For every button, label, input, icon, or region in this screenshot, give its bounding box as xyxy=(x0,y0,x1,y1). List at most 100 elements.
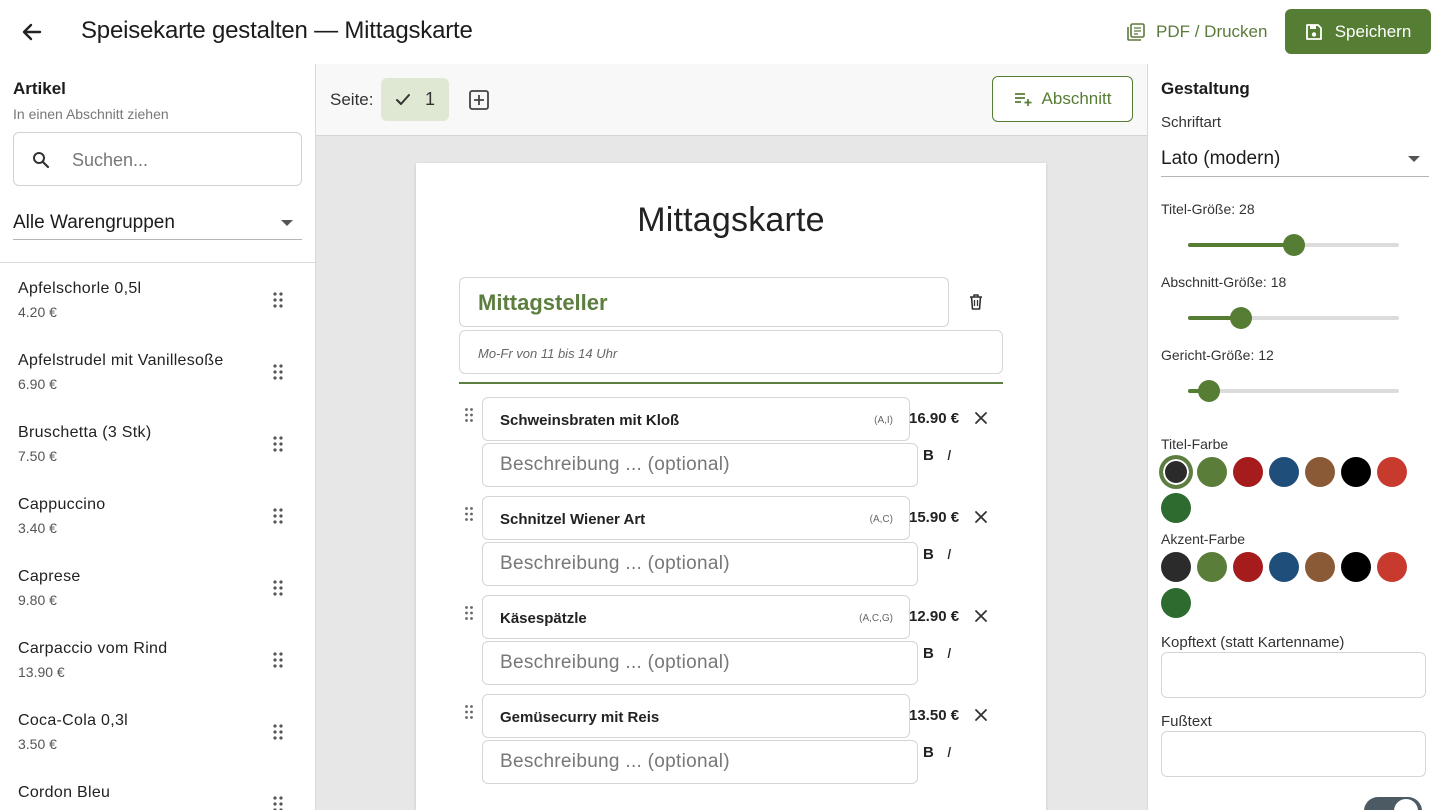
title-size-slider[interactable] xyxy=(1188,234,1399,256)
dish-name: Käsespätzle xyxy=(500,610,587,627)
title-color-swatch[interactable] xyxy=(1305,457,1335,487)
option-toggle[interactable] xyxy=(1364,797,1422,810)
section-subtitle: Mo-Fr von 11 bis 14 Uhr xyxy=(478,346,618,361)
accent-color-swatch[interactable] xyxy=(1341,552,1371,582)
save-button[interactable]: Speichern xyxy=(1285,9,1431,54)
drag-handle-icon[interactable] xyxy=(463,605,475,621)
italic-button[interactable]: I xyxy=(947,645,951,662)
dish-allergens: (A,I) xyxy=(874,415,893,426)
title-color-swatch[interactable] xyxy=(1197,457,1227,487)
search-input[interactable] xyxy=(72,147,292,173)
title-color-swatch[interactable] xyxy=(1377,457,1407,487)
bold-button[interactable]: B xyxy=(923,447,934,464)
dish-description-input[interactable] xyxy=(482,443,918,487)
article-price: 7.50 € xyxy=(18,448,57,464)
article-item[interactable]: Caprese 9.80 € xyxy=(0,551,315,623)
section-subtitle-field[interactable]: Mo-Fr von 11 bis 14 Uhr xyxy=(459,330,1003,374)
accent-color-swatch[interactable] xyxy=(1161,552,1191,582)
article-item[interactable]: Cordon Bleu xyxy=(0,767,315,810)
accent-color-swatch[interactable] xyxy=(1269,552,1299,582)
dish-description-input[interactable] xyxy=(482,641,918,685)
add-section-button[interactable]: Abschnitt xyxy=(992,76,1133,122)
close-icon[interactable] xyxy=(974,708,988,722)
title-color-swatch[interactable] xyxy=(1233,457,1263,487)
search-icon xyxy=(33,152,50,169)
close-icon[interactable] xyxy=(974,510,988,524)
font-select[interactable]: Lato (modern) xyxy=(1161,142,1429,177)
accent-color-swatch[interactable] xyxy=(1197,552,1227,582)
italic-button[interactable]: I xyxy=(947,546,951,563)
dish-name-field[interactable]: Käsespätzle (A,C,G) xyxy=(482,595,910,639)
design-heading: Gestaltung xyxy=(1161,79,1250,98)
close-icon[interactable] xyxy=(974,411,988,425)
italic-button[interactable]: I xyxy=(947,744,951,761)
title-color-swatch[interactable] xyxy=(1269,457,1299,487)
section-size-slider[interactable] xyxy=(1188,307,1399,329)
floppy-disk-icon xyxy=(1305,23,1322,40)
accent-color-swatch[interactable] xyxy=(1377,552,1407,582)
add-page-icon[interactable] xyxy=(468,89,490,111)
save-label: Speichern xyxy=(1334,21,1412,41)
section-name-field[interactable]: Mittagsteller xyxy=(459,277,949,327)
dish-name-field[interactable]: Gemüsecurry mit Reis xyxy=(482,694,910,738)
accent-color-swatch[interactable] xyxy=(1161,588,1191,618)
drag-handle-icon[interactable] xyxy=(271,579,285,597)
header-text-input[interactable] xyxy=(1161,652,1426,698)
dish-size-slider[interactable] xyxy=(1188,380,1399,402)
bold-button[interactable]: B xyxy=(923,546,934,563)
article-item[interactable]: Apfelschorle 0,5l 4.20 € xyxy=(0,263,315,335)
drag-handle-icon[interactable] xyxy=(271,435,285,453)
close-icon[interactable] xyxy=(974,609,988,623)
add-section-label: Abschnitt xyxy=(1041,89,1112,108)
dish-price: 15.90 € xyxy=(909,509,960,526)
dish-name-field[interactable]: Schnitzel Wiener Art (A,C) xyxy=(482,496,910,540)
font-select-value: Lato (modern) xyxy=(1161,148,1281,169)
footer-text-input[interactable] xyxy=(1161,731,1426,777)
bold-button[interactable]: B xyxy=(923,744,934,761)
dish-price: 12.90 € xyxy=(909,608,960,625)
drag-handle-icon[interactable] xyxy=(271,363,285,381)
dish-name-field[interactable]: Schweinsbraten mit Kloß (A,I) xyxy=(482,397,910,441)
accent-color-swatch[interactable] xyxy=(1233,552,1263,582)
title-color-swatch[interactable] xyxy=(1161,457,1191,487)
dish-row: Schnitzel Wiener Art (A,C) 15.90 € BI xyxy=(459,496,1019,590)
section-name: Mittagsteller xyxy=(478,290,608,315)
title-color-swatch[interactable] xyxy=(1161,493,1191,523)
title-color-swatch[interactable] xyxy=(1341,457,1371,487)
pdf-print-button[interactable]: PDF / Drucken xyxy=(1118,14,1275,50)
article-name: Coca-Cola 0,3l xyxy=(18,712,129,729)
article-price: 6.90 € xyxy=(18,376,57,392)
accent-color-swatch[interactable] xyxy=(1305,552,1335,582)
bold-button[interactable]: B xyxy=(923,645,934,662)
trash-icon[interactable] xyxy=(968,293,984,311)
design-panel: Gestaltung Schriftart Lato (modern) Tite… xyxy=(1147,64,1440,810)
article-item[interactable]: Cappuccino 3.40 € xyxy=(0,479,315,551)
article-item[interactable]: Carpaccio vom Rind 13.90 € xyxy=(0,623,315,695)
drag-handle-icon[interactable] xyxy=(271,507,285,525)
article-price: 3.50 € xyxy=(18,736,57,752)
group-select-value: Alle Warengruppen xyxy=(13,211,175,233)
page-number: 1 xyxy=(424,89,435,109)
italic-button[interactable]: I xyxy=(947,447,951,464)
back-arrow-icon[interactable] xyxy=(18,18,46,46)
drag-handle-icon[interactable] xyxy=(463,704,475,720)
dish-description-input[interactable] xyxy=(482,740,918,784)
dish-description-input[interactable] xyxy=(482,542,918,586)
group-select[interactable]: Alle Warengruppen xyxy=(13,206,302,240)
title-color-swatches xyxy=(1161,457,1431,523)
article-name: Apfelschorle 0,5l xyxy=(18,280,142,297)
drag-handle-icon[interactable] xyxy=(271,795,285,810)
pdf-icon xyxy=(1127,23,1145,41)
drag-handle-icon[interactable] xyxy=(271,291,285,309)
drag-handle-icon[interactable] xyxy=(271,723,285,741)
check-icon xyxy=(395,93,410,105)
dish-name: Schweinsbraten mit Kloß xyxy=(500,412,680,429)
drag-handle-icon[interactable] xyxy=(463,506,475,522)
article-item[interactable]: Coca-Cola 0,3l 3.50 € xyxy=(0,695,315,767)
page-chip-1[interactable]: 1 xyxy=(381,78,449,121)
article-item[interactable]: Bruschetta (3 Stk) 7.50 € xyxy=(0,407,315,479)
footer-text-label: Fußtext xyxy=(1161,713,1212,730)
drag-handle-icon[interactable] xyxy=(463,407,475,423)
article-item[interactable]: Apfelstrudel mit Vanillesoße 6.90 € xyxy=(0,335,315,407)
drag-handle-icon[interactable] xyxy=(271,651,285,669)
